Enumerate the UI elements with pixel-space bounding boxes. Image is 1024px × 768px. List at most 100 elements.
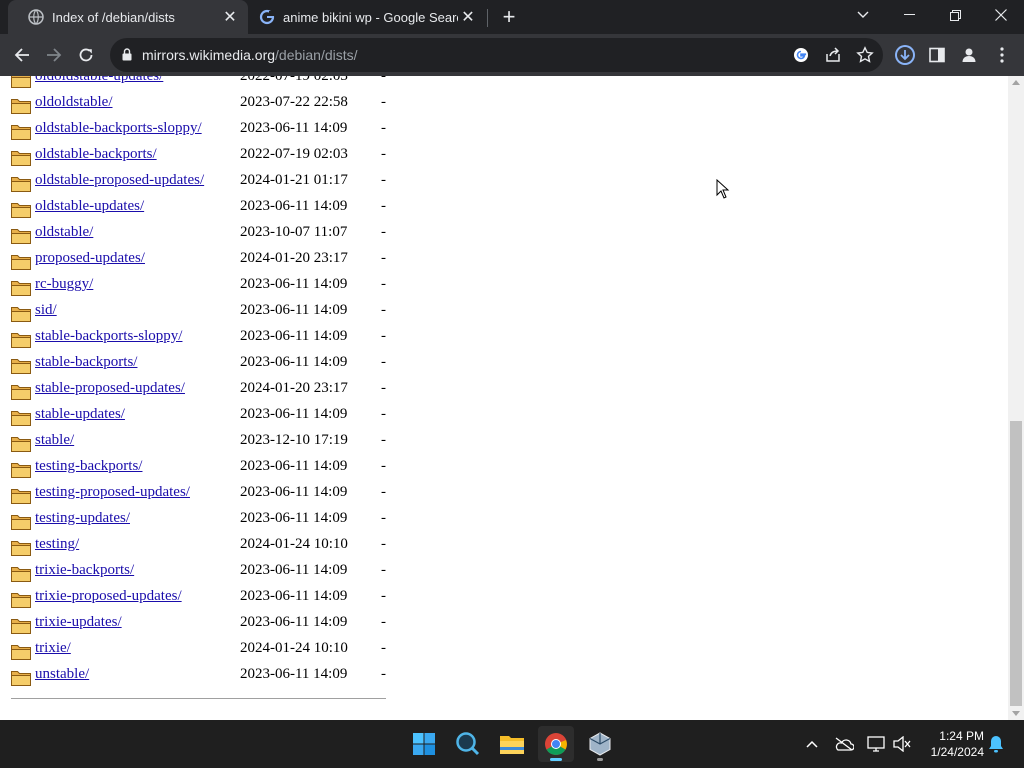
share-icon[interactable] [823,45,843,65]
close-tab-icon[interactable]: ✕ [220,7,240,27]
folder-icon [11,409,31,426]
listing-row: testing/2024-01-24 10:10 - [0,533,400,559]
close-window-icon[interactable] [978,0,1024,30]
directory-link[interactable]: trixie-proposed-updates/ [35,588,182,605]
vertical-scrollbar[interactable] [1008,76,1024,720]
directory-link[interactable]: oldstable-proposed-updates/ [35,172,204,189]
listing-row: oldstable/2023-10-07 11:07 - [0,221,400,247]
volume-muted-icon[interactable] [892,734,912,754]
minimize-icon[interactable] [886,0,932,30]
folder-icon [11,331,31,348]
listing-row: testing-backports/2023-06-11 14:09 - [0,455,400,481]
restore-icon[interactable] [932,0,978,30]
file-size: - [381,380,386,396]
folder-icon [11,201,31,218]
listing-row: stable-updates/2023-06-11 14:09 - [0,403,400,429]
google-lens-icon[interactable] [791,45,811,65]
folder-icon [11,383,31,400]
modified-date: 2023-10-07 11:07 [240,224,348,240]
address-bar[interactable]: mirrors.wikimedia.org/debian/dists/ [110,38,883,72]
modified-date: 2023-06-11 14:09 [240,198,348,214]
directory-link[interactable]: oldstable-backports-sloppy/ [35,120,202,137]
file-size: - [381,302,386,318]
onedrive-icon[interactable] [834,734,854,754]
scroll-up-icon[interactable] [1012,80,1020,85]
display-icon[interactable] [866,734,886,754]
chrome-icon[interactable] [538,726,574,762]
tab-google-search[interactable]: anime bikini wp - Google Search ✕ [250,0,486,34]
modified-date: 2024-01-24 10:10 [240,536,348,552]
listing-row: trixie-updates/2023-06-11 14:09 - [0,611,400,637]
directory-link[interactable]: stable-proposed-updates/ [35,380,185,397]
directory-link[interactable]: oldoldstable-updates/ [35,76,163,85]
modified-date: 2023-06-11 14:09 [240,406,348,422]
file-explorer-icon[interactable] [494,726,530,762]
file-size: - [381,328,386,344]
directory-link[interactable]: oldoldstable/ [35,94,113,111]
close-tab-icon[interactable]: ✕ [458,7,478,27]
back-icon[interactable] [6,39,38,71]
directory-link[interactable]: trixie-backports/ [35,562,134,579]
tab-debian-dists[interactable]: Index of /debian/dists ✕ [8,0,248,34]
virtualbox-icon[interactable] [582,726,618,762]
listing-row: oldoldstable/2023-07-22 22:58 - [0,91,400,117]
listing-row: sid/2023-06-11 14:09 - [0,299,400,325]
directory-link[interactable]: oldstable/ [35,224,93,241]
directory-link[interactable]: proposed-updates/ [35,250,145,267]
url-path: /debian/dists/ [275,47,358,63]
reload-icon[interactable] [70,39,102,71]
start-icon[interactable] [406,726,442,762]
file-size: - [381,458,386,474]
scroll-down-icon[interactable] [1012,711,1020,716]
taskbar: 1:24 PM 1/24/2024 [0,720,1024,768]
modified-date: 2022-07-19 02:03 [240,146,348,162]
directory-link[interactable]: oldstable-updates/ [35,198,144,215]
new-tab-icon[interactable]: + [497,4,521,29]
profile-icon[interactable] [953,39,985,71]
download-icon[interactable] [889,39,921,71]
folder-icon [11,669,31,686]
directory-link[interactable]: trixie/ [35,640,71,657]
scrollbar-thumb[interactable] [1010,421,1022,706]
file-size: - [381,432,386,448]
directory-link[interactable]: rc-buggy/ [35,276,93,293]
listing-row: trixie-backports/2023-06-11 14:09 - [0,559,400,585]
directory-link[interactable]: unstable/ [35,666,89,683]
search-icon[interactable] [450,726,486,762]
system-clock[interactable]: 1:24 PM 1/24/2024 [920,728,984,760]
chevron-up-icon[interactable] [802,734,822,754]
directory-link[interactable]: sid/ [35,302,57,319]
bookmark-star-icon[interactable] [855,45,875,65]
listing-row: unstable/2023-06-11 14:09 - [0,663,400,689]
tab-search-chevron-icon[interactable] [840,0,886,30]
directory-link[interactable]: trixie-updates/ [35,614,122,631]
forward-icon[interactable] [38,39,70,71]
clock-time: 1:24 PM [939,729,984,743]
listing-row: stable-proposed-updates/2024-01-20 23:17… [0,377,400,403]
modified-date: 2024-01-20 23:17 [240,250,348,266]
side-panel-icon[interactable] [921,39,953,71]
directory-link[interactable]: stable-updates/ [35,406,125,423]
directory-link[interactable]: stable-backports-sloppy/ [35,328,182,345]
folder-icon [11,643,31,660]
folder-icon [11,461,31,478]
folder-icon [11,227,31,244]
folder-icon [11,591,31,608]
file-size: - [381,172,386,188]
directory-link[interactable]: oldstable-backports/ [35,146,157,163]
directory-link[interactable]: stable/ [35,432,74,449]
url-text: mirrors.wikimedia.org/debian/dists/ [142,47,358,63]
directory-link[interactable]: testing-updates/ [35,510,130,527]
notification-bell-icon[interactable] [986,734,1006,754]
file-size: - [381,510,386,526]
listing-row: stable-backports/2023-06-11 14:09 - [0,351,400,377]
directory-link[interactable]: testing-proposed-updates/ [35,484,190,501]
directory-link[interactable]: testing-backports/ [35,458,142,475]
modified-date: 2023-06-11 14:09 [240,302,348,318]
lock-icon[interactable] [122,48,132,66]
modified-date: 2023-06-11 14:09 [240,354,348,370]
menu-kebab-icon[interactable] [986,39,1018,71]
directory-link[interactable]: stable-backports/ [35,354,137,371]
directory-link[interactable]: testing/ [35,536,79,553]
listing-row: testing-proposed-updates/2023-06-11 14:0… [0,481,400,507]
